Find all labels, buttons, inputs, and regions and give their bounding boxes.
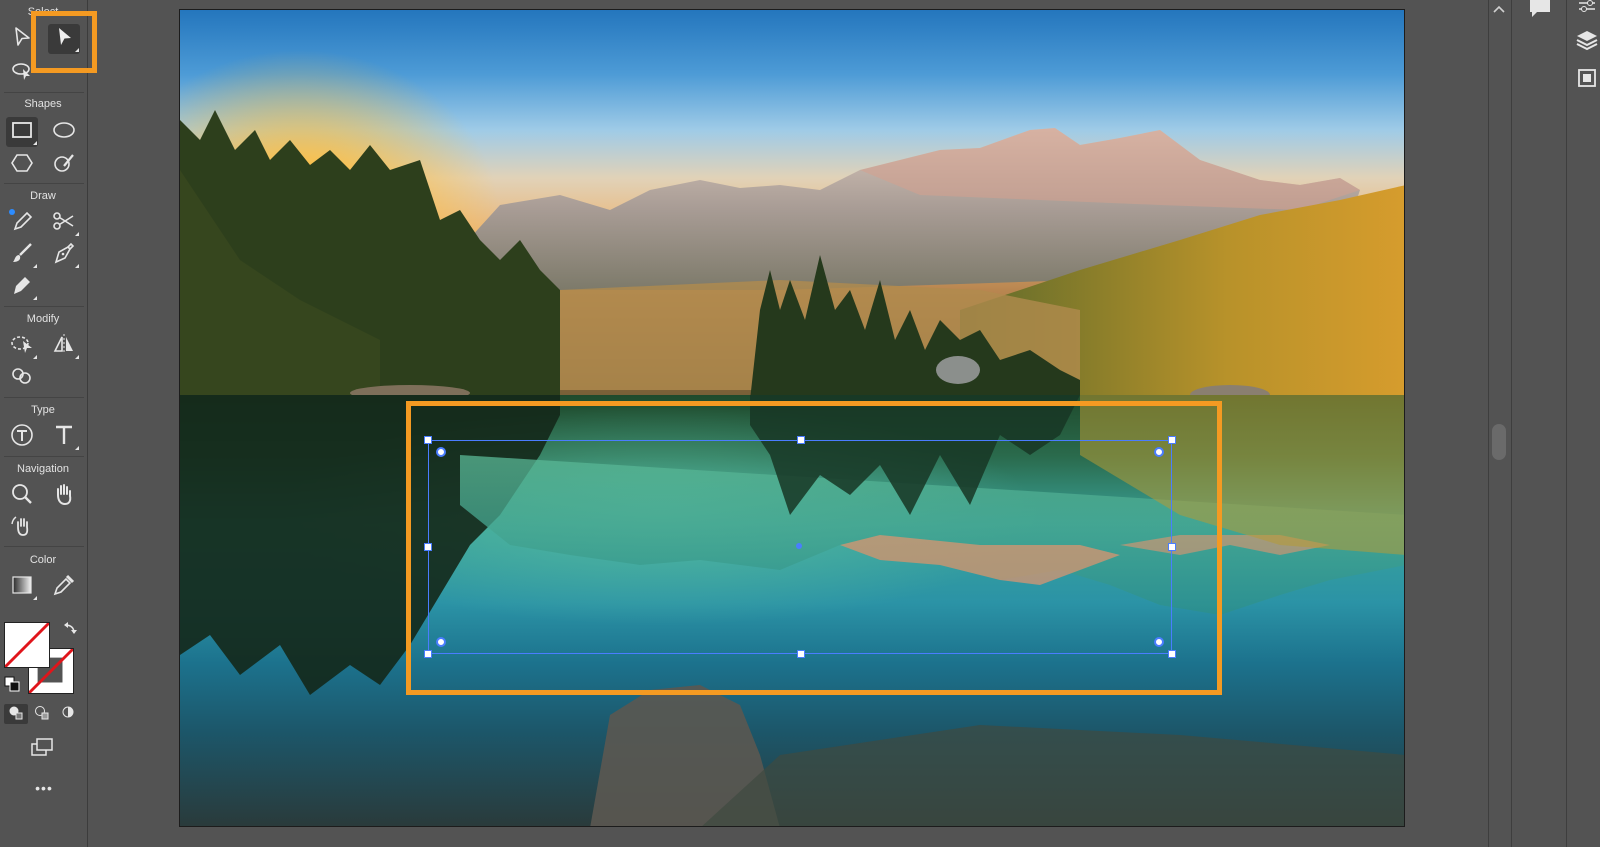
polygon-tool[interactable] — [6, 150, 38, 180]
hand-icon — [52, 482, 76, 511]
gradient-tool[interactable] — [6, 572, 38, 602]
separator — [4, 546, 84, 547]
eyedropper-icon — [52, 573, 76, 602]
fill-swatch[interactable] — [4, 622, 50, 668]
libraries-panel-button[interactable] — [1575, 68, 1599, 92]
pencil-tool[interactable] — [6, 208, 38, 238]
color-mode-button[interactable] — [4, 704, 28, 724]
highlight-selection-tool — [31, 11, 97, 73]
shaper-icon — [52, 151, 76, 180]
reflect-tool[interactable] — [48, 331, 80, 361]
screen-mode-icon — [30, 735, 54, 764]
section-label-modify: Modify — [26, 313, 60, 325]
pen-icon — [52, 241, 76, 270]
separator — [4, 456, 84, 457]
type-t-icon — [52, 423, 76, 452]
scrollbar-thumb[interactable] — [1492, 424, 1506, 460]
paintbrush-tool[interactable] — [6, 240, 38, 270]
gradient-icon — [10, 573, 34, 602]
paintbrush-icon — [10, 241, 34, 270]
reflect-icon — [52, 332, 76, 361]
type-tool[interactable] — [48, 422, 80, 452]
rotate-tool[interactable] — [6, 331, 38, 361]
shape-builder-icon — [10, 364, 34, 393]
section-label-shapes: Shapes — [24, 98, 62, 110]
rotate-view-hand-icon — [10, 514, 34, 543]
section-label-draw: Draw — [30, 190, 56, 202]
rotate-view-tool[interactable] — [6, 513, 38, 543]
eraser-tool[interactable] — [6, 272, 38, 302]
left-toolbar: Select Shapes Draw Modify Type Navigatio… — [0, 0, 88, 847]
eraser-pen-icon — [10, 273, 34, 302]
zoom-tool[interactable] — [6, 481, 38, 511]
separator — [4, 92, 84, 93]
sliders-icon — [1577, 0, 1597, 18]
separator — [4, 306, 84, 307]
comment-icon — [1529, 0, 1551, 23]
section-label-navigation: Navigation — [17, 463, 69, 475]
polygon-icon — [10, 151, 34, 180]
none-mode-icon — [60, 704, 76, 725]
gradient-mode-icon — [34, 704, 50, 725]
section-label-color: Color — [29, 554, 57, 566]
libraries-icon — [1576, 67, 1598, 94]
pencil-icon — [9, 208, 34, 238]
screen-mode-button[interactable] — [26, 734, 58, 764]
section-label-type: Type — [31, 404, 55, 416]
scroll-up-button[interactable] — [1490, 2, 1508, 18]
ellipse-icon — [52, 118, 76, 147]
swap-arrow-icon — [62, 620, 78, 641]
swap-fill-stroke-button[interactable] — [58, 620, 82, 640]
eyedropper-tool[interactable] — [48, 572, 80, 602]
area-type-icon — [10, 423, 34, 452]
highlight-selected-rectangle — [406, 401, 1222, 695]
separator — [4, 397, 84, 398]
rectangle-icon — [10, 118, 34, 147]
color-mode-icon — [8, 704, 24, 725]
type-on-shape-tool[interactable] — [6, 422, 38, 452]
magnifier-icon — [10, 482, 34, 511]
rotate-icon — [10, 332, 34, 361]
separator — [4, 183, 84, 184]
shaper-tool[interactable] — [48, 150, 80, 180]
rectangle-tool[interactable] — [6, 117, 38, 147]
chevron-up-icon — [1493, 1, 1505, 19]
default-colors-icon — [4, 676, 20, 697]
none-mode-button[interactable] — [56, 704, 80, 724]
default-fill-stroke-button[interactable] — [0, 676, 24, 696]
edit-toolbar-more-button[interactable]: ••• — [22, 780, 66, 796]
right-panel-strip — [1566, 0, 1600, 847]
pen-tool[interactable] — [48, 240, 80, 270]
gradient-mode-button[interactable] — [30, 704, 54, 724]
hand-tool[interactable] — [48, 481, 80, 511]
shape-builder-tool[interactable] — [6, 363, 38, 393]
comments-panel-button[interactable] — [1526, 0, 1554, 22]
layers-panel-button[interactable] — [1575, 30, 1599, 54]
ellipse-tool[interactable] — [48, 117, 80, 147]
layers-icon — [1576, 29, 1598, 56]
properties-panel-button[interactable] — [1575, 0, 1599, 16]
scissors-icon — [52, 209, 76, 238]
scissors-tool[interactable] — [48, 208, 80, 238]
right-panel-dock — [1511, 0, 1565, 847]
